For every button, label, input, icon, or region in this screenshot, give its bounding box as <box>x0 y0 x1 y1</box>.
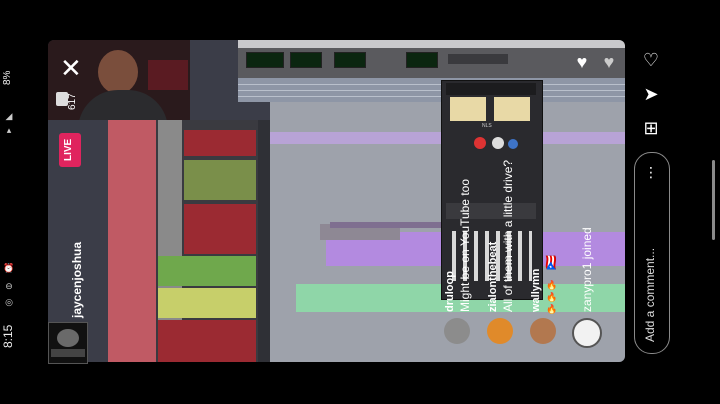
avatar[interactable] <box>487 318 513 344</box>
live-stream-video: NLS <box>48 40 625 362</box>
send-icon[interactable]: ➤ <box>639 84 663 105</box>
close-icon[interactable]: ✕ <box>60 55 82 81</box>
alarm-icon: ⏰ <box>3 263 15 273</box>
comment-text: 🇵🇷 <box>544 255 558 270</box>
status-clock: 8:15 <box>1 324 15 348</box>
signal-icon: ▴ <box>6 125 12 135</box>
heart-icon[interactable]: ♥ <box>597 52 621 73</box>
live-badge: LIVE <box>59 133 81 167</box>
host-username[interactable]: jaycenjoshua <box>70 242 84 318</box>
host-avatar[interactable] <box>48 322 88 364</box>
wifi-icon: ◢ <box>5 111 13 121</box>
more-icon[interactable]: ⋮ <box>639 164 663 181</box>
heart-outline-icon[interactable]: ♡ <box>639 50 663 71</box>
plugin-title: NLS <box>482 123 492 129</box>
scrollbar[interactable] <box>712 160 715 240</box>
comment-username[interactable]: zialonthebeat <box>487 242 499 312</box>
comment-username[interactable]: wallymn <box>530 269 542 312</box>
mixer-channels <box>108 120 270 362</box>
avatar[interactable] <box>572 318 602 348</box>
avatar[interactable] <box>444 318 470 344</box>
fire-icon: 🔥 <box>546 292 558 302</box>
daw-transport-bar <box>238 48 625 78</box>
fire-icon: 🔥 <box>546 304 558 314</box>
battery-level: 8% <box>2 70 13 85</box>
os-menubar <box>238 40 625 48</box>
comment-text: All of them with a little drive? <box>501 159 515 312</box>
heart-icon[interactable]: ♥ <box>570 52 594 73</box>
fire-icon: 🔥 <box>546 280 558 290</box>
comment-placeholder: Add a comment... <box>643 247 657 342</box>
add-icon[interactable]: ⊞ <box>639 118 663 139</box>
avatar[interactable] <box>530 318 556 344</box>
comment-username[interactable]: druloop <box>444 271 456 312</box>
dnd-icon: ⊖ <box>5 281 13 291</box>
viewer-count: 617 <box>67 93 78 110</box>
join-notice: zanypro1 joined <box>580 227 594 312</box>
instagram-icon: ◎ <box>5 297 13 307</box>
timeline-ruler <box>238 78 625 102</box>
comment-text: Might be on YouTube too <box>458 179 472 312</box>
